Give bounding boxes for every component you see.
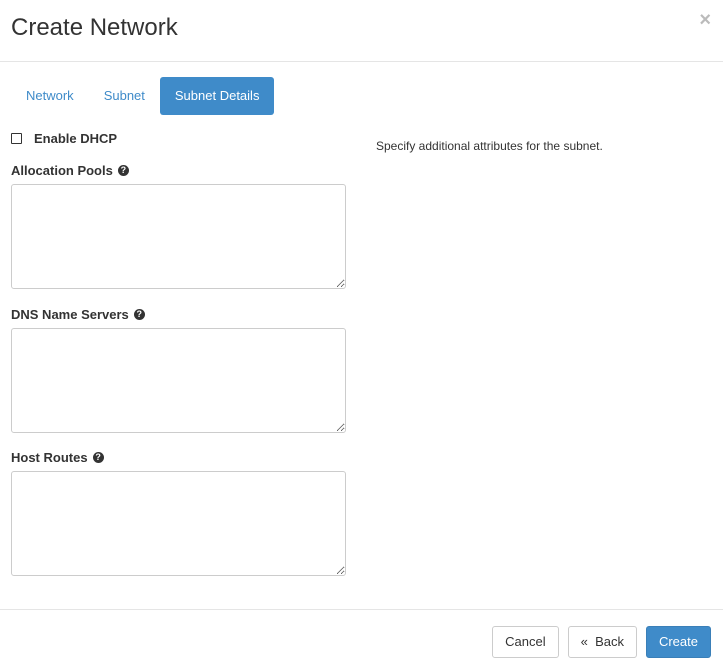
help-icon[interactable]: ? — [117, 165, 129, 176]
cancel-button[interactable]: Cancel — [492, 626, 559, 658]
dialog-footer: Cancel « Back Create — [0, 609, 723, 669]
enable-dhcp-row[interactable]: Enable DHCP — [11, 128, 346, 148]
allocation-pools-label: Allocation Pools ? — [11, 163, 346, 178]
host-routes-label-text: Host Routes — [11, 450, 88, 465]
allocation-pools-input[interactable] — [11, 184, 346, 289]
back-button[interactable]: « Back — [567, 626, 637, 658]
dialog-header: Create Network × — [0, 0, 723, 62]
wizard-tabs: Network Subnet Subnet Details — [11, 77, 275, 115]
tab-subnet[interactable]: Subnet — [89, 77, 160, 115]
help-icon[interactable]: ? — [92, 452, 104, 463]
host-routes-label: Host Routes ? — [11, 450, 346, 465]
host-routes-input[interactable] — [11, 471, 346, 576]
close-icon[interactable]: × — [699, 10, 711, 30]
step-description: Specify additional attributes for the su… — [376, 139, 603, 153]
tab-network[interactable]: Network — [11, 77, 89, 115]
dns-name-servers-input[interactable] — [11, 328, 346, 433]
help-icon[interactable]: ? — [133, 309, 145, 320]
dns-name-servers-label-text: DNS Name Servers — [11, 307, 129, 322]
enable-dhcp-checkbox[interactable] — [11, 132, 22, 144]
create-button[interactable]: Create — [645, 626, 711, 658]
allocation-pools-label-text: Allocation Pools — [11, 163, 113, 178]
enable-dhcp-label: Enable DHCP — [34, 130, 118, 146]
dns-name-servers-label: DNS Name Servers ? — [11, 307, 346, 322]
dialog-title: Create Network — [11, 14, 178, 41]
form-column: Enable DHCP Allocation Pools ? DNS Name … — [11, 128, 346, 576]
tab-subnet-details[interactable]: Subnet Details — [159, 77, 275, 115]
